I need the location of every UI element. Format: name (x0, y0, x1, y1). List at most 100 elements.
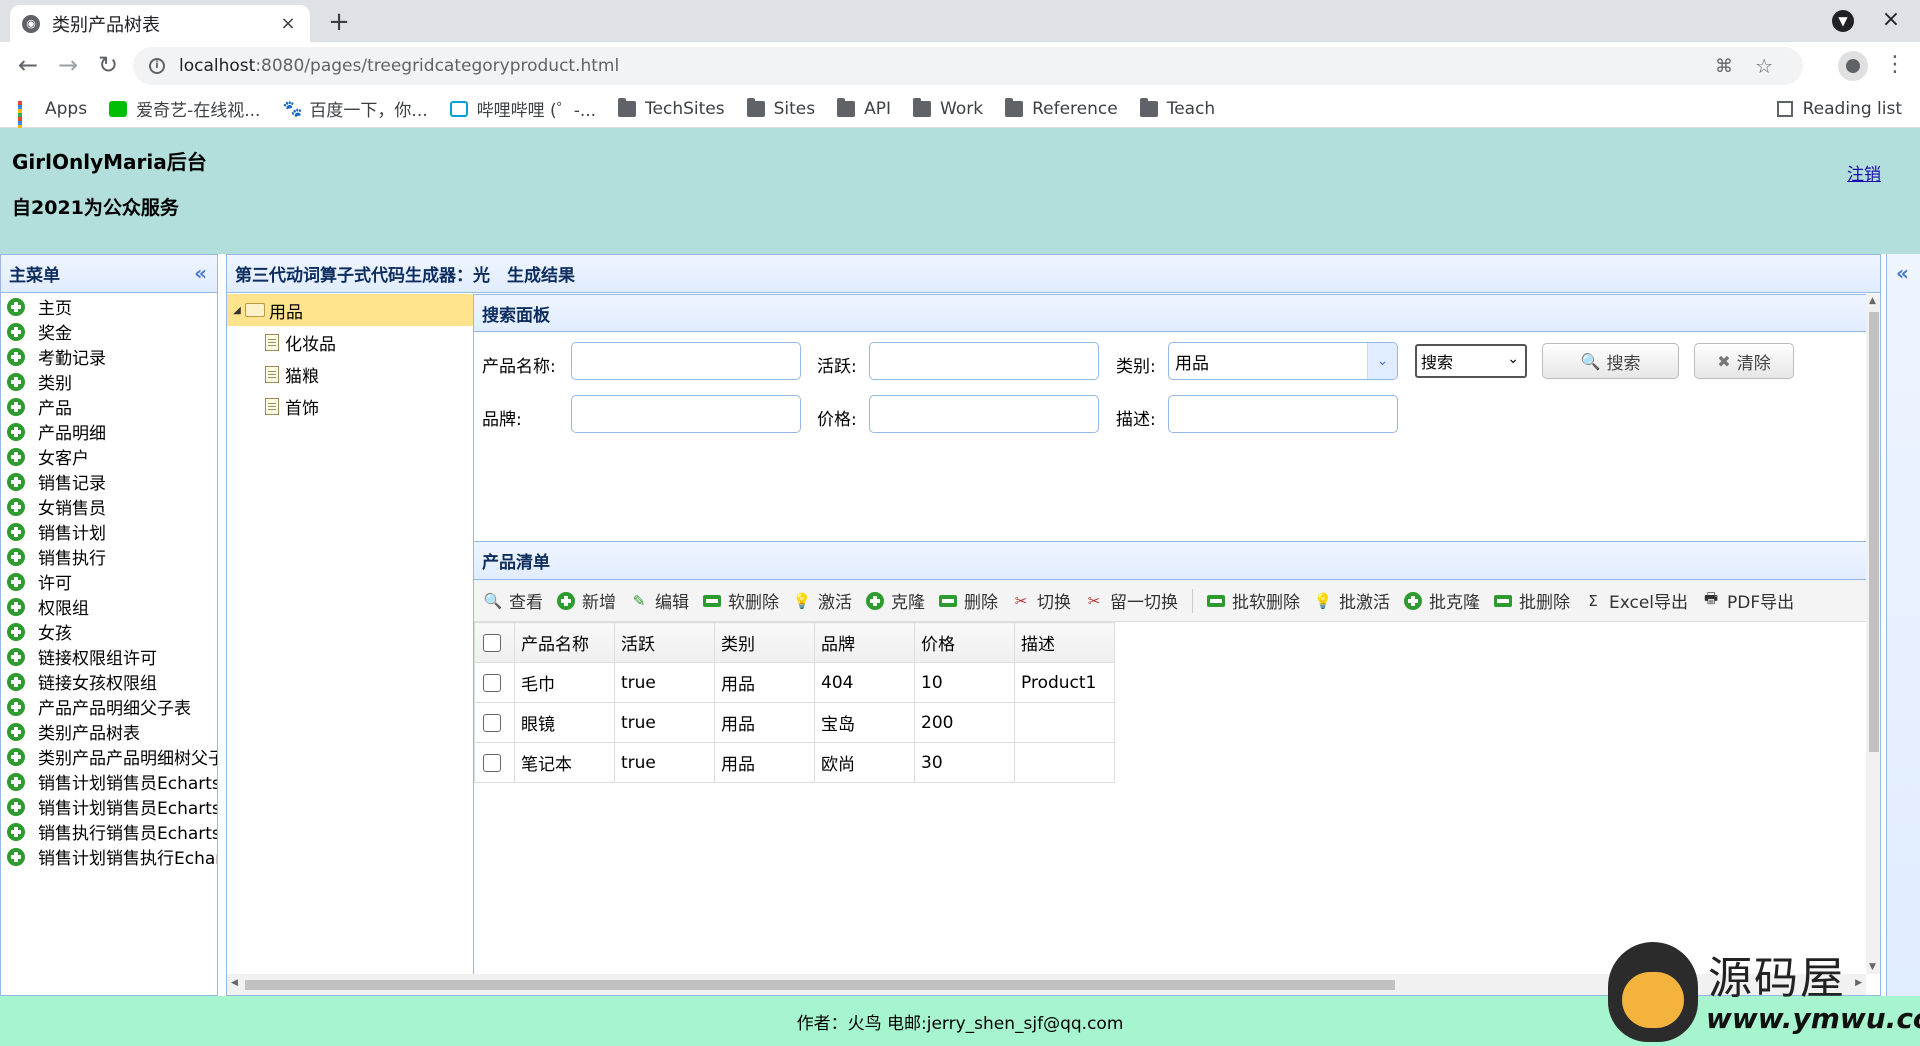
column-header[interactable]: 价格 (914, 622, 1015, 663)
logout-link[interactable]: 注销 (1847, 160, 1881, 185)
batch-soft-delete-button[interactable]: 批软删除 (1207, 588, 1300, 613)
search-mode-select[interactable]: 搜索 ⌄ (1415, 344, 1527, 378)
column-header[interactable]: 类别 (714, 622, 815, 663)
excel-export-button[interactable]: Σ Excel导出 (1584, 588, 1688, 614)
scroll-up-icon[interactable]: ▲ (1869, 296, 1876, 306)
sidebar-menu-item[interactable]: 类别产品树表 (1, 719, 217, 744)
bookmark-star-icon[interactable]: ☆ (1755, 54, 1773, 78)
column-header[interactable]: 品牌 (814, 622, 915, 663)
column-header[interactable]: 描述 (1014, 622, 1115, 663)
address-bar[interactable]: i localhost:8080/pages/treegridcategoryp… (133, 47, 1803, 85)
sidebar-menu-item[interactable]: 产品 (1, 394, 217, 419)
tree-node-root[interactable]: ◢ 用品 (227, 294, 473, 326)
clone-button[interactable]: 克隆 (866, 588, 925, 613)
profile-avatar[interactable] (1838, 51, 1868, 81)
tab-close-icon[interactable]: × (278, 13, 298, 34)
select-all-header[interactable] (474, 622, 515, 663)
soft-delete-button[interactable]: 软删除 (703, 588, 779, 613)
site-info-icon[interactable]: i (149, 58, 165, 74)
scroll-thumb[interactable] (1869, 312, 1879, 752)
row-checkbox[interactable] (483, 673, 501, 692)
sidebar-menu-item[interactable]: 女销售员 (1, 494, 217, 519)
sidebar-menu-item[interactable]: 销售记录 (1, 469, 217, 494)
toggle-button[interactable]: ✂ 切换 (1012, 588, 1071, 614)
browser-tab[interactable]: ◉ 类别产品树表 × (10, 5, 310, 42)
column-header[interactable]: 产品名称 (514, 622, 615, 663)
toggle-one-button[interactable]: ✂ 留一切换 (1085, 588, 1178, 614)
pdf-export-button[interactable]: 🖶 PDF导出 (1702, 588, 1794, 613)
table-row[interactable]: 眼镜 true 用品 宝岛 200 (474, 702, 1115, 743)
sidebar-menu-item[interactable]: 女客户 (1, 444, 217, 469)
sidebar-menu-item[interactable]: 许可 (1, 569, 217, 594)
sidebar-menu-item[interactable]: 产品明细 (1, 419, 217, 444)
sidebar-menu-item[interactable]: 权限组 (1, 594, 217, 619)
brand-input[interactable] (571, 395, 801, 433)
delete-button[interactable]: 删除 (939, 588, 998, 613)
sidebar-menu-item[interactable]: 女孩 (1, 619, 217, 644)
tree-node-jewelry[interactable]: 首饰 (227, 390, 473, 422)
window-close-icon[interactable]: × (1880, 9, 1902, 32)
sidebar-menu-item[interactable]: 类别 (1, 369, 217, 394)
sidebar-menu-item[interactable]: 主页 (1, 294, 217, 319)
new-tab-button[interactable]: + (325, 7, 353, 37)
active-input[interactable] (869, 342, 1099, 380)
add-button[interactable]: 新增 (557, 588, 616, 613)
table-row[interactable]: 笔记本 true 用品 欧尚 30 (474, 742, 1115, 783)
sidebar-menu-item[interactable]: 销售计划销售执行Echarts (1, 844, 217, 869)
sidebar-menu-item[interactable]: 销售执行销售员Echarts (1, 819, 217, 844)
scroll-left-icon[interactable]: ◀ (231, 978, 238, 988)
category-combobox[interactable]: 用品 ⌄ (1168, 342, 1398, 380)
sidebar-menu-item[interactable]: 销售计划销售员Echarts (1, 769, 217, 794)
column-header[interactable]: 活跃 (614, 622, 715, 663)
sidebar-menu-item[interactable]: 链接权限组许可 (1, 644, 217, 669)
description-input[interactable] (1168, 395, 1398, 433)
row-checkbox[interactable] (483, 713, 501, 732)
row-checkbox[interactable] (483, 753, 501, 772)
product-name-input[interactable] (571, 342, 801, 380)
sidebar-menu-item[interactable]: 销售执行 (1, 544, 217, 569)
sidebar-menu-item[interactable]: 销售计划 (1, 519, 217, 544)
bookmark-folder-reference[interactable]: Reference (1005, 97, 1118, 119)
back-arrow-icon[interactable]: ← (12, 50, 44, 82)
edit-button[interactable]: ✎ 编辑 (630, 588, 689, 614)
view-button[interactable]: 🔍 查看 (484, 588, 543, 614)
vertical-scrollbar[interactable]: ▲ ▼ (1866, 294, 1880, 974)
row-select-cell[interactable] (474, 702, 515, 743)
bookmark-folder-api[interactable]: API (837, 97, 891, 119)
reload-icon[interactable]: ↻ (92, 50, 124, 82)
bookmark-baidu[interactable]: 🐾 百度一下，你... (282, 96, 427, 121)
more-menu-icon[interactable]: ⋮ (1884, 50, 1906, 80)
bookmark-folder-techsites[interactable]: TechSites (618, 97, 725, 119)
sidebar-menu-item[interactable]: 类别产品产品明细树父子表 (1, 744, 217, 769)
sidebar-menu-item[interactable]: 链接女孩权限组 (1, 669, 217, 694)
activate-button[interactable]: 💡 激活 (793, 588, 852, 614)
table-row[interactable]: 毛巾 true 用品 404 10 Product1 (474, 662, 1115, 703)
reading-list-button[interactable]: Reading list (1776, 99, 1902, 119)
scroll-thumb[interactable] (245, 980, 1395, 990)
row-select-cell[interactable] (474, 662, 515, 703)
tree-node-catfood[interactable]: 猫粮 (227, 358, 473, 390)
collapse-left-icon[interactable]: « (194, 261, 207, 285)
translate-icon[interactable]: ⌘ (1715, 56, 1733, 77)
bookmark-folder-teach[interactable]: Teach (1139, 97, 1215, 119)
bookmark-bilibili[interactable]: 哔哩哔哩 (゜-... (449, 96, 596, 121)
price-input[interactable] (869, 395, 1099, 433)
search-button[interactable]: 🔍 搜索 (1542, 343, 1679, 379)
clear-button[interactable]: ✖ 清除 (1694, 343, 1794, 379)
select-all-checkbox[interactable] (483, 633, 501, 652)
batch-delete-button[interactable]: 批删除 (1494, 588, 1570, 613)
tab-search-icon[interactable]: ▼ (1832, 10, 1854, 32)
tree-node-cosmetics[interactable]: 化妆品 (227, 326, 473, 358)
bookmark-iqiyi[interactable]: 爱奇艺-在线视... (109, 96, 260, 121)
chevron-down-icon[interactable]: ⌄ (1367, 343, 1397, 379)
tree-toggle-icon[interactable]: ◢ (229, 305, 245, 316)
sidebar-menu-item[interactable]: 销售计划销售员Echarts (1, 794, 217, 819)
forward-arrow-icon[interactable]: → (52, 50, 84, 82)
sidebar-menu-item[interactable]: 考勤记录 (1, 344, 217, 369)
bookmark-apps[interactable]: Apps (18, 99, 87, 137)
sidebar-menu-item[interactable]: 产品产品明细父子表 (1, 694, 217, 719)
batch-clone-button[interactable]: 批克隆 (1404, 588, 1480, 613)
sidebar-menu-item[interactable]: 奖金 (1, 319, 217, 344)
batch-activate-button[interactable]: 💡 批激活 (1314, 588, 1390, 614)
row-select-cell[interactable] (474, 742, 515, 783)
